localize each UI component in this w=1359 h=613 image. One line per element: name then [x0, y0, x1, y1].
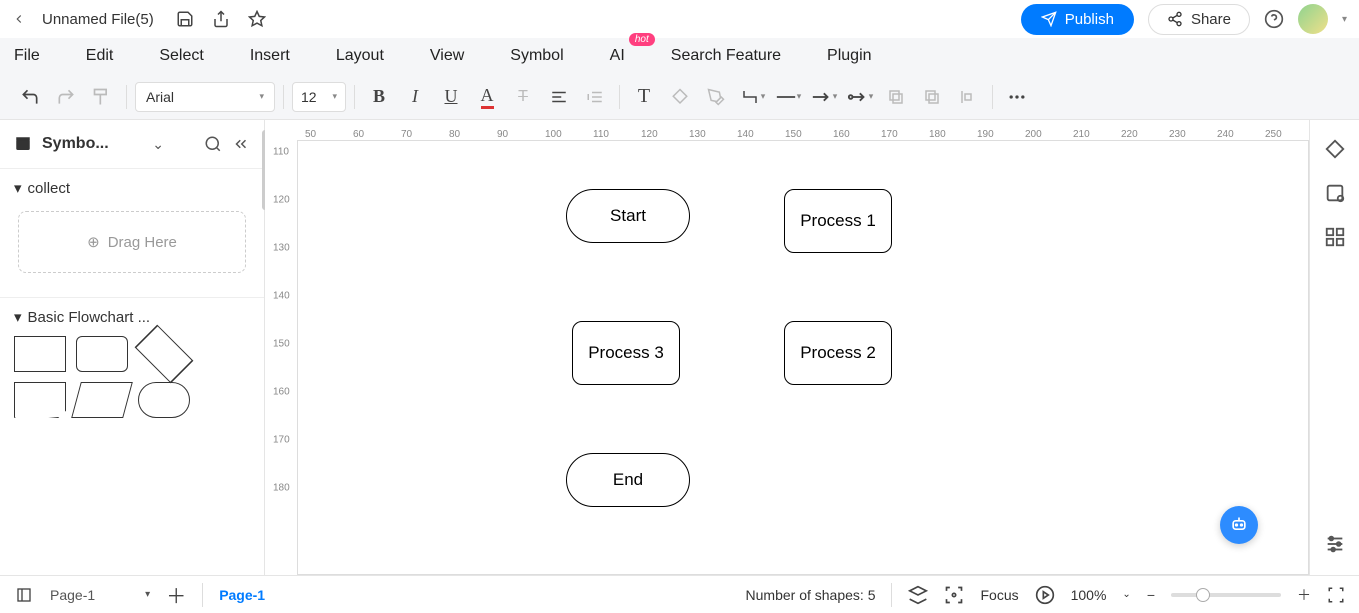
style-panel-icon[interactable] — [1324, 138, 1346, 160]
more-icon[interactable] — [1001, 81, 1033, 113]
settings-panel-icon[interactable] — [1324, 533, 1346, 555]
font-name: Arial — [146, 89, 174, 105]
redo-icon[interactable] — [50, 81, 82, 113]
shape-parallelogram[interactable] — [71, 382, 133, 418]
menu-ai[interactable]: AIhot — [610, 47, 625, 65]
zoom-level[interactable]: 100% — [1071, 587, 1107, 603]
zoom-out-icon[interactable]: − — [1147, 587, 1155, 603]
font-size: 12 — [301, 89, 317, 105]
zoom-caret-icon[interactable]: ⌄ — [1122, 589, 1130, 600]
italic-icon[interactable]: I — [399, 81, 431, 113]
line-style-icon[interactable]: ▾ — [772, 81, 804, 113]
assistant-button[interactable] — [1220, 506, 1258, 544]
add-page-icon[interactable]: ＋ — [166, 580, 186, 609]
menu-symbol[interactable]: Symbol — [510, 47, 563, 65]
page-selector[interactable]: Page-1▾ — [50, 587, 150, 603]
zoom-thumb[interactable] — [1196, 588, 1210, 602]
export-icon[interactable] — [212, 10, 230, 28]
connector-icon[interactable]: ▾ — [736, 81, 768, 113]
page-setup-icon[interactable] — [1324, 182, 1346, 204]
ruler-vertical: 110 120 130 140 150 160 170 180 — [265, 140, 297, 575]
text-tool-icon[interactable]: T — [628, 81, 660, 113]
shape-diamond[interactable] — [138, 336, 190, 372]
format-painter-icon[interactable] — [86, 81, 118, 113]
arrow-style-icon[interactable]: ▾ — [808, 81, 840, 113]
zoom-in-icon[interactable]: ＋ — [1297, 585, 1311, 605]
line-ends-icon[interactable]: ▾ — [844, 81, 876, 113]
publish-label: Publish — [1065, 11, 1114, 28]
menu-edit[interactable]: Edit — [86, 47, 114, 65]
align-distribute-icon[interactable] — [952, 81, 984, 113]
fill-icon[interactable] — [664, 81, 696, 113]
plus-icon: ⊕ — [87, 233, 100, 251]
hot-badge: hot — [629, 33, 655, 46]
share-label: Share — [1191, 11, 1231, 28]
chevron-down-icon: ▾ — [332, 91, 337, 102]
sidebar-title: Symbo... — [42, 135, 138, 153]
avatar-menu-caret[interactable]: ▾ — [1342, 14, 1347, 25]
font-select[interactable]: Arial ▾ — [135, 82, 275, 112]
publish-button[interactable]: Publish — [1021, 4, 1134, 35]
shape-rectangle[interactable] — [14, 336, 66, 372]
bold-icon[interactable]: B — [363, 81, 395, 113]
menu-file[interactable]: File — [14, 47, 40, 65]
file-title: Unnamed File(5) — [42, 11, 154, 28]
collapse-sidebar-icon[interactable] — [232, 135, 250, 153]
zoom-slider[interactable] — [1171, 593, 1281, 597]
menu-plugin[interactable]: Plugin — [827, 47, 871, 65]
menu-select[interactable]: Select — [159, 47, 203, 65]
menu-layout[interactable]: Layout — [336, 47, 384, 65]
shape-terminator[interactable] — [138, 382, 190, 418]
drag-here-zone[interactable]: ⊕ Drag Here — [18, 211, 246, 273]
menu-view[interactable]: View — [430, 47, 464, 65]
align-icon[interactable] — [543, 81, 575, 113]
shape-process1[interactable]: Process 1 — [784, 189, 892, 253]
share-button[interactable]: Share — [1148, 4, 1250, 35]
page-tab-1[interactable]: Page-1 — [219, 587, 265, 603]
shape-process2[interactable]: Process 2 — [784, 321, 892, 385]
menu-insert[interactable]: Insert — [250, 47, 290, 65]
font-size-select[interactable]: 12 ▾ — [292, 82, 346, 112]
save-icon[interactable] — [176, 10, 194, 28]
search-icon[interactable] — [204, 135, 222, 153]
chevron-down-icon: ▾ — [259, 91, 264, 102]
shape-start[interactable]: Start — [566, 189, 690, 243]
send-back-icon[interactable] — [916, 81, 948, 113]
text-color-icon[interactable]: A — [471, 81, 503, 113]
caret-down-icon: ▾ — [14, 179, 22, 197]
highlight-icon[interactable] — [700, 81, 732, 113]
underline-icon[interactable]: U — [435, 81, 467, 113]
shape-document[interactable] — [14, 382, 66, 418]
shape-process3[interactable]: Process 3 — [572, 321, 680, 385]
caret-down-icon: ▾ — [14, 308, 22, 326]
undo-icon[interactable] — [14, 81, 46, 113]
presentation-icon[interactable] — [1035, 585, 1055, 605]
outline-icon[interactable] — [14, 587, 34, 603]
grid-panel-icon[interactable] — [1324, 226, 1346, 248]
canvas[interactable]: Start Process 1 Process 3 Process 2 End — [297, 140, 1309, 575]
focus-icon[interactable] — [944, 585, 964, 605]
expand-icon[interactable]: ⌄ — [152, 136, 164, 153]
back-icon[interactable] — [12, 12, 28, 26]
line-spacing-icon[interactable] — [579, 81, 611, 113]
clear-format-icon[interactable]: T — [507, 81, 539, 113]
shape-rounded-rect[interactable] — [76, 336, 128, 372]
shape-count: Number of shapes: 5 — [746, 587, 876, 603]
layers-icon[interactable] — [908, 585, 928, 605]
help-icon[interactable] — [1264, 9, 1284, 29]
library-icon — [14, 135, 32, 153]
avatar[interactable] — [1298, 4, 1328, 34]
focus-label[interactable]: Focus — [980, 587, 1018, 603]
shape-end[interactable]: End — [566, 453, 690, 507]
star-icon[interactable] — [248, 10, 266, 28]
menu-search-feature[interactable]: Search Feature — [671, 47, 781, 65]
drag-here-label: Drag Here — [108, 234, 177, 251]
fullscreen-icon[interactable] — [1327, 586, 1345, 604]
section-collect[interactable]: ▾collect — [14, 179, 250, 197]
bring-front-icon[interactable] — [880, 81, 912, 113]
ruler-horizontal: 50 60 70 80 90 100 110 120 130 140 150 1… — [265, 120, 1309, 140]
section-basic-flowchart[interactable]: ▾Basic Flowchart ... — [14, 308, 250, 326]
